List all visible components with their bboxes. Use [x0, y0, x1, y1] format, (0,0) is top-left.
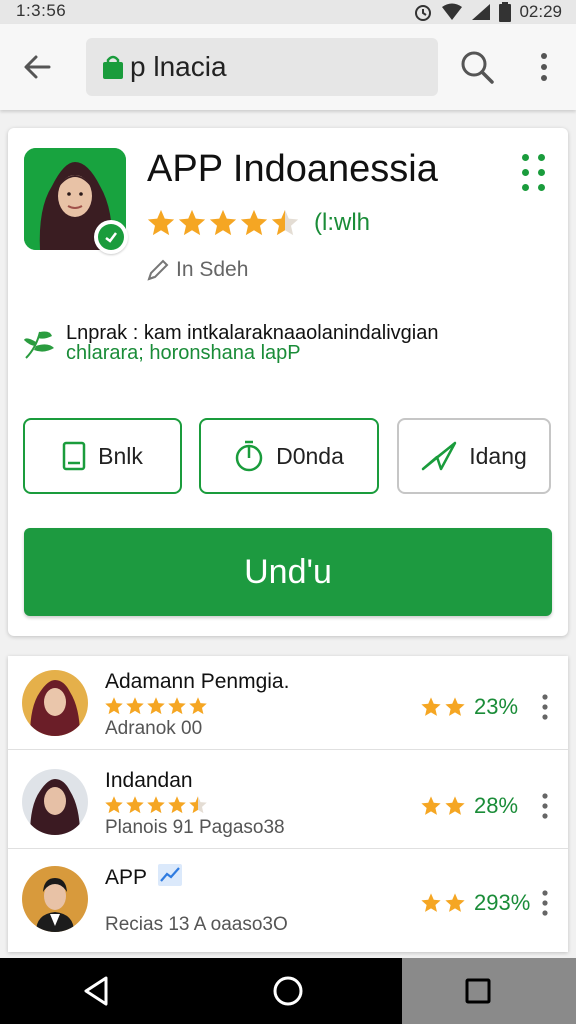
item-more-button[interactable] [534, 886, 556, 920]
trending-chart-icon [158, 864, 182, 886]
more-vert-icon [542, 793, 548, 819]
action-chip-timer[interactable]: D0nda [199, 418, 379, 494]
square-recents-icon [465, 978, 491, 1004]
more-vert-icon [541, 53, 547, 81]
item-score: 28% [420, 793, 518, 819]
more-vert-icon [542, 694, 548, 720]
circle-home-icon [273, 976, 303, 1006]
check-icon [105, 232, 117, 243]
avatar [22, 769, 88, 835]
wifi-icon [442, 3, 463, 20]
list-item[interactable]: APP Recias 13 A oaaso3O 293% [8, 852, 568, 946]
search-icon [461, 51, 494, 84]
item-percent: 293% [474, 890, 531, 915]
description-line-2: chlarara; horonshana lapP [66, 342, 301, 364]
app-list: Adamann Penmgia. Adranok 00 23% Indandan [8, 656, 568, 952]
action-chip-book[interactable]: Bnlk [23, 418, 182, 494]
item-name: Adamann Penmgia. [105, 670, 290, 693]
item-score: 293% [420, 890, 530, 916]
alarm-icon [415, 5, 432, 21]
leaf-icon [24, 331, 54, 359]
item-percent: 23% [474, 694, 519, 719]
item-more-button[interactable] [534, 690, 556, 724]
star-icon [240, 209, 268, 236]
item-subtitle: Recias 13 A oaaso3O [105, 914, 288, 935]
install-button[interactable]: Und'u [24, 528, 552, 616]
avatar [22, 866, 88, 932]
store-bag-icon [103, 55, 123, 79]
timer-icon [235, 440, 263, 472]
star-icon [105, 697, 123, 715]
chip-label: Bnlk [98, 442, 143, 469]
nav-recents-button[interactable] [448, 966, 508, 1016]
nav-back-button[interactable] [66, 966, 126, 1016]
search-input[interactable]: p lnacia [86, 38, 438, 96]
developer-name: In Sdeh [176, 258, 249, 281]
more-vert-icon [542, 890, 548, 916]
star-icon [421, 796, 441, 815]
star-icon [126, 796, 144, 814]
status-clock-right: 02:29 [519, 2, 562, 21]
star-icon [445, 697, 465, 716]
star-icon [178, 209, 206, 236]
nav-home-button[interactable] [258, 966, 318, 1016]
send-icon [421, 441, 457, 471]
search-button[interactable] [456, 46, 498, 88]
overflow-menu-button[interactable] [526, 46, 562, 88]
star-icon [445, 893, 465, 912]
rating-count: (l:wlh [314, 209, 371, 236]
book-icon [62, 441, 86, 471]
item-percent: 28% [474, 793, 519, 818]
star-icon [168, 697, 186, 715]
star-icon [105, 796, 123, 814]
app-bar: p lnacia [0, 24, 576, 110]
pencil-icon [147, 259, 169, 281]
star-icon [147, 209, 175, 236]
item-more-button[interactable] [534, 789, 556, 823]
action-chip-send[interactable]: Idang [397, 418, 551, 494]
signal-icon [472, 4, 491, 20]
star-icon [189, 697, 207, 715]
item-subtitle: Planois 91 Pagaso38 [105, 817, 285, 838]
star-icon [126, 697, 144, 715]
star-icon [421, 893, 441, 912]
avatar-woman-icon [22, 769, 88, 835]
rating-row: (l:wlh [146, 208, 370, 238]
status-bar: 1:3:56 02:29 [0, 0, 576, 24]
star-icon [168, 796, 186, 814]
star-icon [147, 796, 165, 814]
app-title: APP Indoanessia [147, 148, 438, 190]
avatar [22, 670, 88, 736]
developer-row[interactable]: In Sdeh [146, 258, 248, 282]
verified-badge [94, 220, 128, 254]
arrow-left-icon [24, 55, 51, 79]
star-icon [147, 697, 165, 715]
item-score: 23% [420, 694, 518, 720]
system-nav-bar [0, 958, 576, 1024]
star-icon [445, 796, 465, 815]
avatar-woman-icon [22, 670, 88, 736]
item-rating-stars [104, 795, 208, 815]
item-rating-stars [104, 696, 208, 716]
grid-menu-icon[interactable] [520, 152, 550, 192]
chip-label: Idang [469, 442, 527, 469]
star-icon [421, 697, 441, 716]
star-icon [271, 209, 299, 236]
back-button[interactable] [16, 46, 58, 88]
status-time: 1:3:56 [16, 1, 67, 20]
app-detail-card: APP Indoanessia (l:wlh In Sdeh Lnprak : … [8, 128, 568, 636]
battery-icon [499, 2, 512, 22]
star-icon [189, 796, 207, 814]
search-query: p lnacia [130, 51, 227, 82]
item-subtitle: Adranok 00 [105, 718, 203, 739]
star-icon [209, 209, 237, 236]
item-name: APP [105, 866, 148, 889]
triangle-back-icon [84, 976, 108, 1006]
avatar-man-icon [22, 866, 88, 932]
list-item[interactable]: Adamann Penmgia. Adranok 00 23% [8, 656, 568, 750]
app-rating-stars [146, 208, 300, 238]
list-item[interactable]: Indandan Planois 91 Pagaso38 28% [8, 755, 568, 849]
chip-label: D0nda [276, 442, 344, 469]
item-name: Indandan [105, 769, 193, 792]
